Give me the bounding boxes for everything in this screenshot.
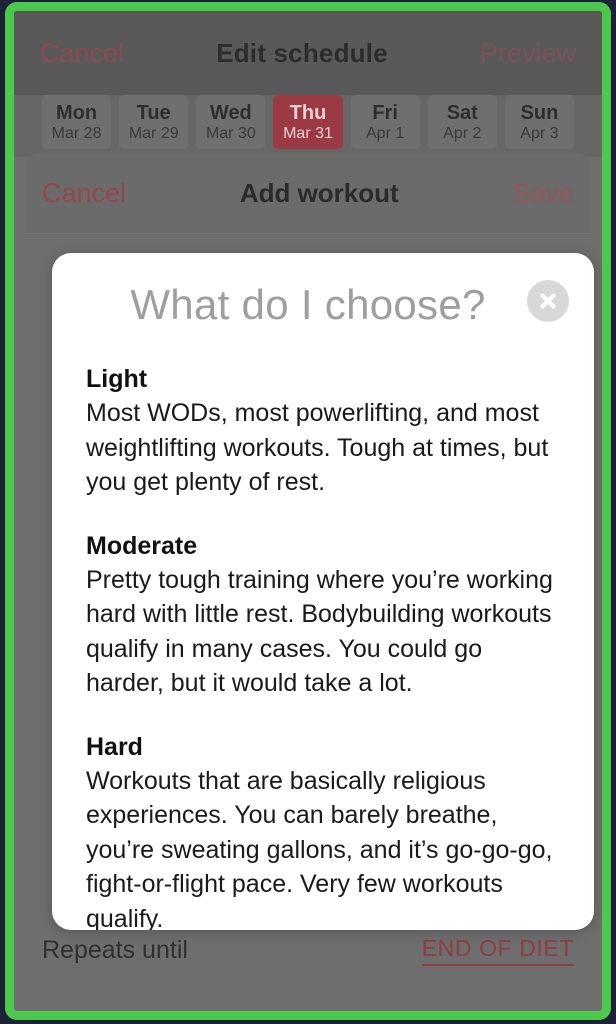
day-name: Mon xyxy=(56,101,98,124)
day-date: Apr 1 xyxy=(366,125,405,143)
section-description: Most WODs, most powerlifting, and most w… xyxy=(86,399,549,496)
what-do-i-choose-dialog: What do I choose? Light Most WODs, most p… xyxy=(52,253,594,930)
day-cell-mon[interactable]: Mon Mar 28 xyxy=(42,95,112,149)
day-cell-sat[interactable]: Sat Apr 2 xyxy=(427,95,497,149)
repeats-until-label: Repeats until xyxy=(42,935,188,964)
day-name: Thu xyxy=(289,101,327,124)
day-cell-sun[interactable]: Sun Apr 3 xyxy=(504,95,574,149)
add-workout-cancel-button[interactable]: Cancel xyxy=(42,178,126,209)
close-x-glyph xyxy=(540,293,556,309)
add-workout-title: Add workout xyxy=(239,177,399,208)
day-date: Mar 31 xyxy=(283,125,333,143)
day-date: Apr 3 xyxy=(520,125,559,143)
day-name: Sat xyxy=(446,101,478,124)
section-heading: Light xyxy=(86,365,148,393)
day-name: Sun xyxy=(520,101,559,124)
add-workout-save-button[interactable]: Save xyxy=(512,178,574,209)
section-description: Workouts that are basically religious ex… xyxy=(86,766,553,931)
day-cell-fri[interactable]: Fri Apr 1 xyxy=(350,95,420,149)
day-date: Mar 28 xyxy=(51,125,102,143)
day-name: Fri xyxy=(372,101,398,124)
highlight-border: Cancel Edit schedule Preview Mon Mar 28 Tu… xyxy=(5,2,611,1020)
day-name: Wed xyxy=(209,101,252,124)
section-heading: Hard xyxy=(86,732,143,761)
edit-schedule-title: Edit schedule xyxy=(216,37,388,68)
intensity-section-hard: Hard Workouts that are basically religiou… xyxy=(86,731,560,931)
day-name: Tue xyxy=(136,101,171,124)
dialog-body: Light Most WODs, most powerlifting, and m… xyxy=(52,357,594,930)
edit-schedule-screen: Cancel Edit schedule Preview Mon Mar 28 Tu… xyxy=(14,11,602,1011)
day-date: Mar 29 xyxy=(128,125,179,143)
edit-schedule-navbar: Cancel Edit schedule Preview xyxy=(14,11,602,95)
repeats-until-value[interactable]: END OF DIET xyxy=(421,935,574,966)
repeats-until-row: Repeats until END OF DIET xyxy=(25,928,591,972)
add-workout-navbar: Cancel Add workout Save xyxy=(25,153,591,234)
day-cell-tue[interactable]: Tue Mar 29 xyxy=(119,95,189,149)
dialog-header: What do I choose? xyxy=(52,253,594,357)
intensity-section-moderate: Moderate Pretty tough training where you’… xyxy=(86,530,560,701)
section-heading: Moderate xyxy=(86,531,198,560)
day-cell-thu[interactable]: Thu Mar 31 xyxy=(273,95,343,149)
intensity-section-light: Light Most WODs, most powerlifting, and m… xyxy=(86,363,560,500)
day-date: Mar 30 xyxy=(205,125,256,143)
section-description: Pretty tough training where you’re worki… xyxy=(86,565,553,698)
dialog-title: What do I choose? xyxy=(130,281,486,328)
edit-schedule-cancel-button[interactable]: Cancel xyxy=(40,38,124,69)
edit-schedule-preview-button[interactable]: Preview xyxy=(480,38,576,69)
day-date: Apr 2 xyxy=(443,125,482,143)
screenshot-frame: Cancel Edit schedule Preview Mon Mar 28 Tu… xyxy=(0,0,616,1024)
day-cell-wed[interactable]: Wed Mar 30 xyxy=(196,95,266,149)
close-circle-icon[interactable] xyxy=(527,280,569,322)
day-selector-strip: Mon Mar 28 Tue Mar 29 Wed Mar 30 Thu Mar 31 Fri A… xyxy=(14,95,602,157)
